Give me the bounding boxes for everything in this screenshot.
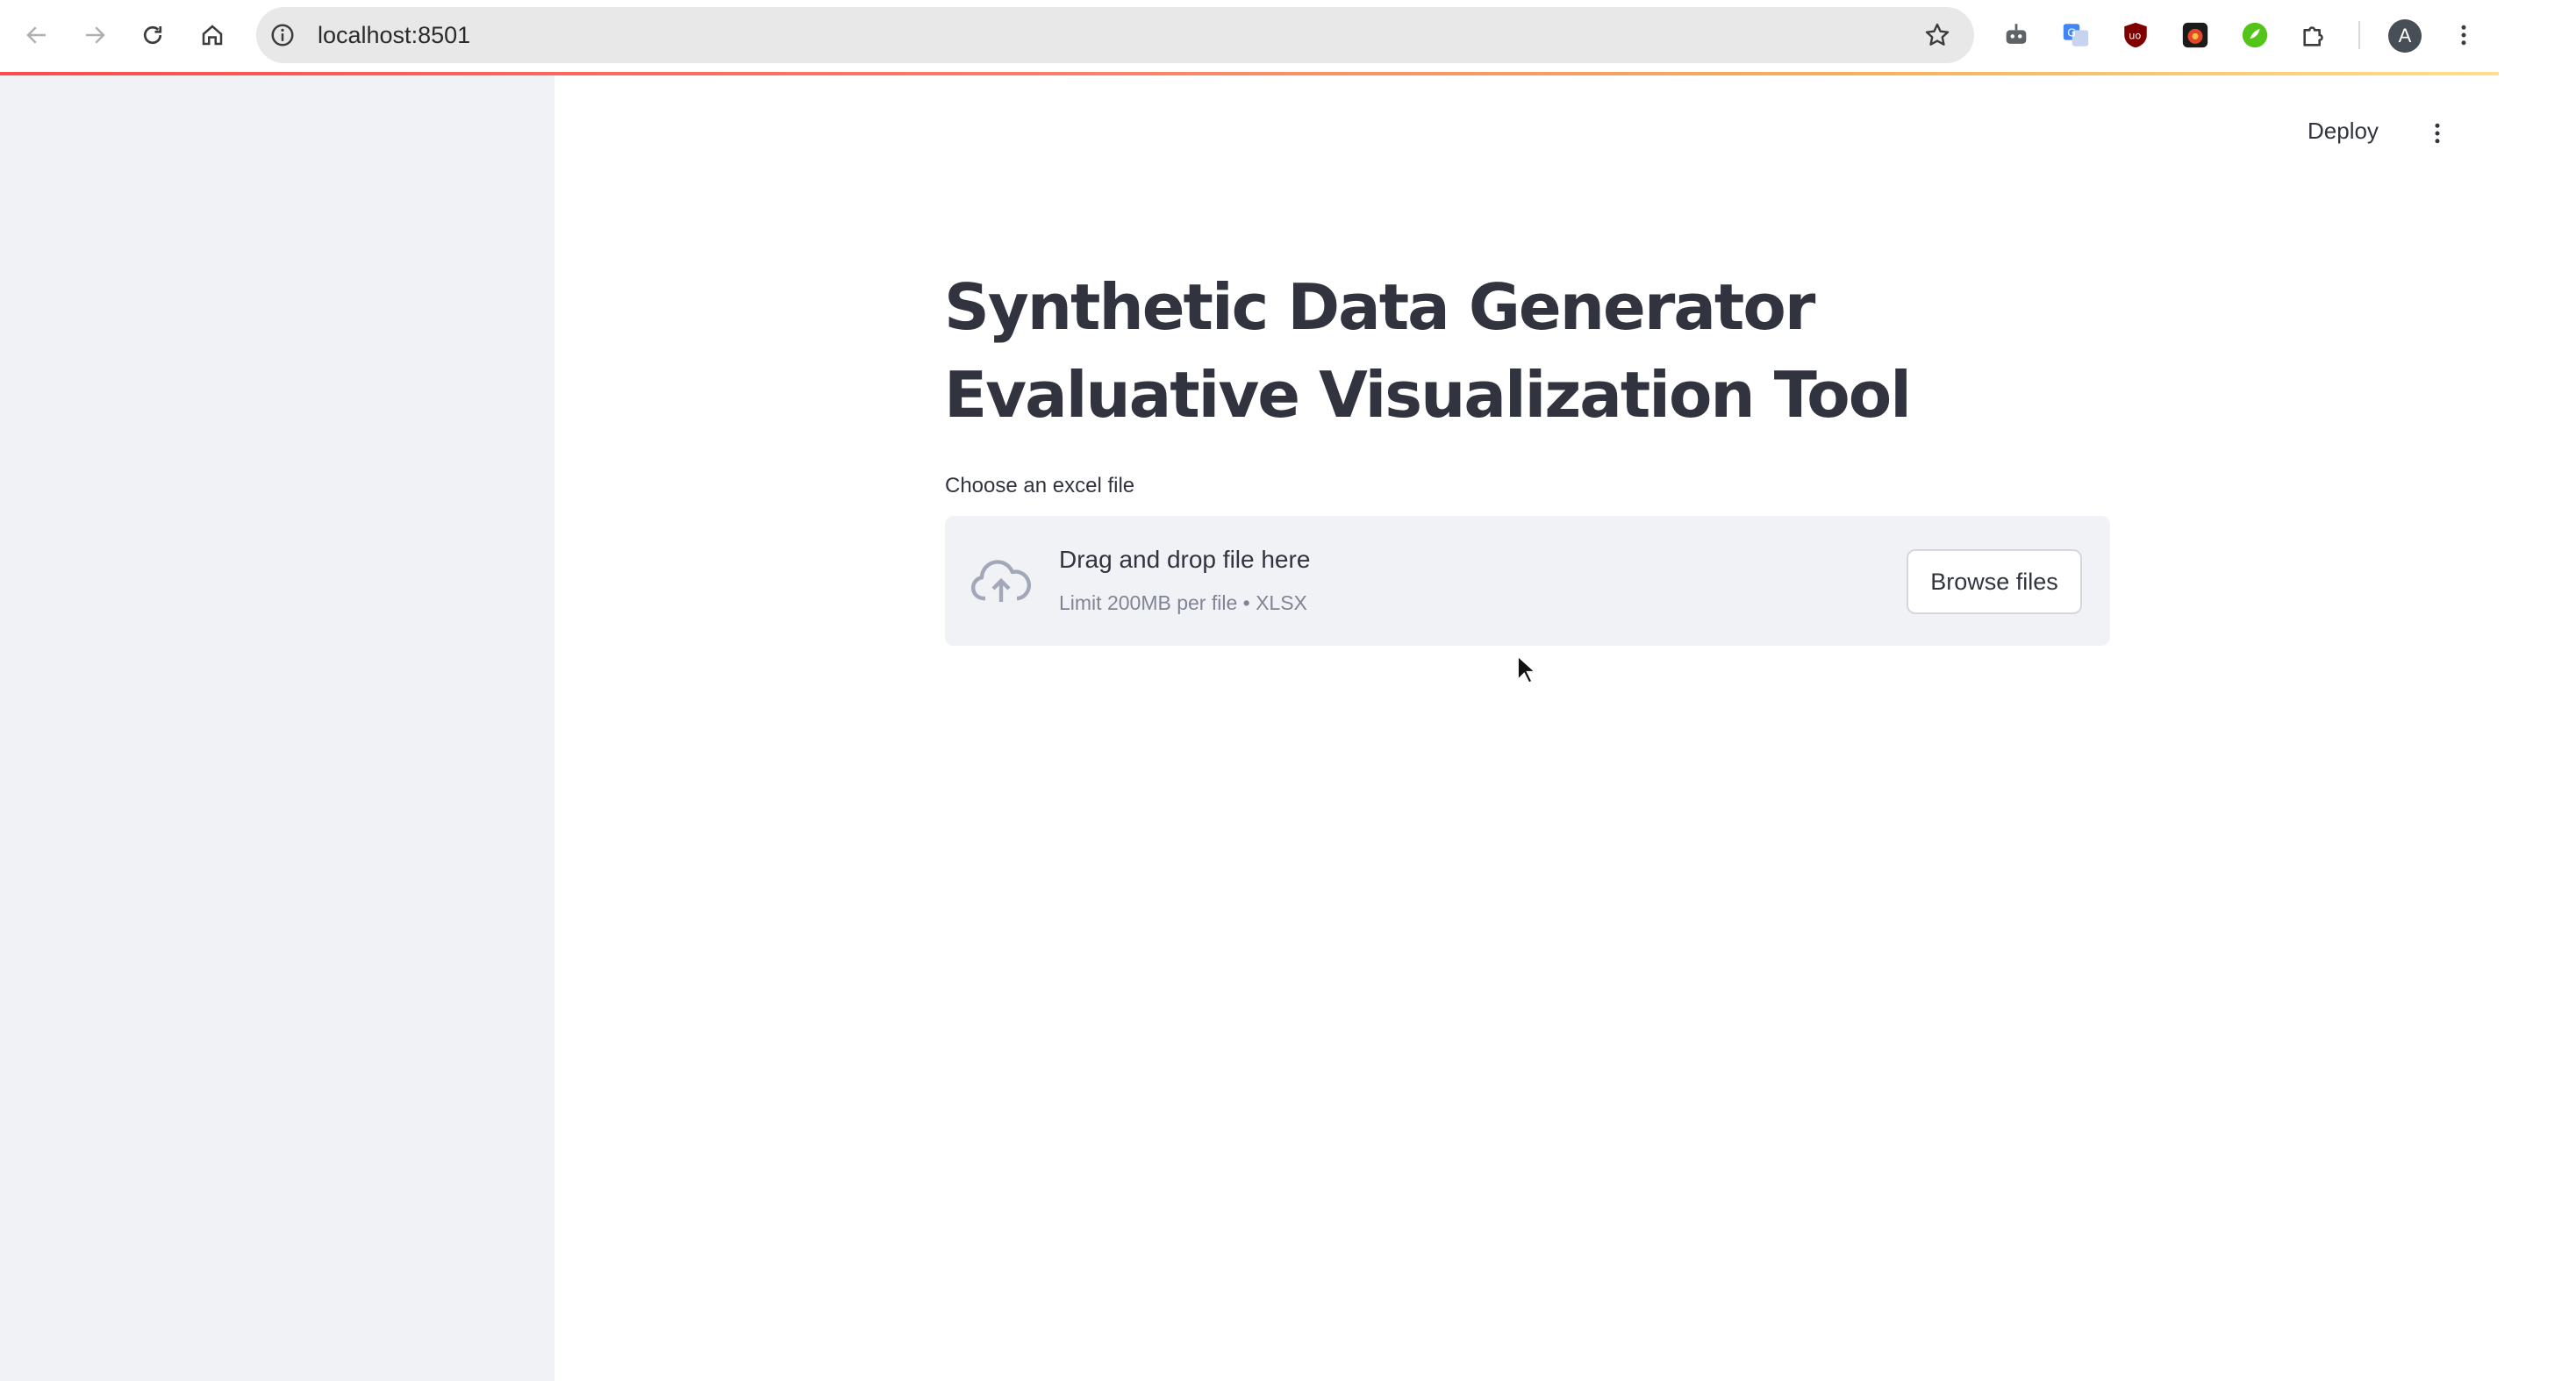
toolbar-divider: [2358, 21, 2360, 49]
dropzone-instructions: Drag and drop file here: [1059, 546, 1311, 573]
svg-text:G: G: [2067, 26, 2076, 39]
window-edge: [2499, 0, 2576, 1381]
profile-avatar[interactable]: A: [2388, 19, 2422, 53]
red-panda-extension-icon[interactable]: [2179, 19, 2211, 51]
reload-icon: [143, 25, 162, 45]
browse-files-button[interactable]: Browse files: [1907, 549, 2082, 614]
ublock-extension-icon[interactable]: uo: [2120, 19, 2151, 51]
forward-button[interactable]: [75, 16, 114, 54]
app-main-menu-button[interactable]: [2423, 118, 2451, 149]
address-bar[interactable]: localhost:8501: [256, 7, 1974, 63]
home-button[interactable]: [193, 16, 232, 54]
arrow-left-icon: [26, 26, 46, 44]
robot-extension-icon[interactable]: [2000, 19, 2032, 51]
browser-menu-button[interactable]: [2448, 19, 2479, 51]
translate-extension-icon[interactable]: G: [2060, 19, 2092, 51]
arrow-right-icon: [86, 26, 105, 44]
dropzone-limit: Limit 200MB per file • XLSX: [1059, 591, 1307, 614]
more-vertical-icon: [2435, 123, 2440, 144]
sidebar: [0, 75, 555, 1381]
green-leaf-extension-icon[interactable]: [2239, 19, 2271, 51]
puzzle-extensions-icon[interactable]: [2299, 19, 2330, 51]
svg-text:uo: uo: [2129, 29, 2141, 41]
home-icon: [202, 25, 223, 46]
page-title: Synthetic Data Generator Evaluative Visu…: [944, 270, 1912, 432]
reload-button[interactable]: [133, 16, 172, 54]
bookmark-star-icon[interactable]: [1923, 21, 1951, 49]
file-dropzone[interactable]: Drag and drop file here Limit 200MB per …: [945, 516, 2110, 646]
more-vertical-icon: [2461, 25, 2466, 46]
mouse-cursor-icon: [1517, 655, 1535, 684]
site-info-icon[interactable]: [268, 21, 297, 49]
browser-toolbar: localhost:8501 G uo A: [0, 0, 2499, 72]
cloud-upload-icon: [970, 560, 1031, 602]
deploy-button[interactable]: Deploy: [2308, 118, 2379, 145]
url-text[interactable]: localhost:8501: [318, 7, 470, 63]
file-uploader-label: Choose an excel file: [945, 474, 1135, 497]
back-button[interactable]: [18, 16, 56, 54]
